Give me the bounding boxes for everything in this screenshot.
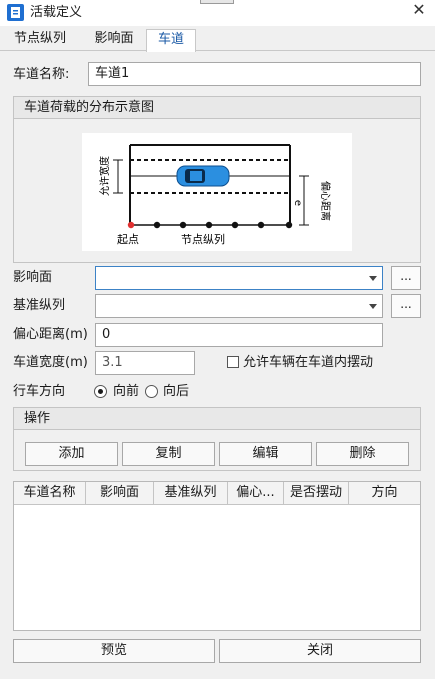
backward-radio[interactable] [145,385,158,398]
node [257,221,265,229]
car-icon [176,165,230,187]
node [231,221,239,229]
delete-button[interactable]: 删除 [316,442,409,466]
column-header-eccentric[interactable]: 偏心... [228,482,284,504]
chevron-down-icon [369,276,377,281]
diagram-group-title: 车道荷载的分布示意图 [14,97,420,119]
swing-checkbox[interactable] [227,356,239,368]
copy-button[interactable]: 复制 [122,442,215,466]
eccentric-text: 偏心距离 [319,181,332,221]
node [285,221,293,229]
tab-influence-surface[interactable]: 影响面 [84,29,144,51]
backward-label: 向后 [163,384,190,399]
forward-radio[interactable] [94,385,107,398]
lane-table[interactable]: 车道名称 影响面 基准纵列 偏心... 是否摆动 方向 [13,481,421,631]
tab-lane[interactable]: 车道 [146,29,196,52]
operations-title: 操作 [14,408,420,430]
lane-table-header: 车道名称 影响面 基准纵列 偏心... 是否摆动 方向 [14,482,420,505]
nodes-text: 节点纵列 [181,232,225,246]
column-select[interactable] [95,294,383,318]
close-icon[interactable]: ✕ [404,0,434,22]
influence-select[interactable] [95,266,383,290]
node [179,221,187,229]
eccentric-input[interactable]: 0 [95,323,383,347]
column-header-swing[interactable]: 是否摆动 [284,482,349,504]
eccentric-label: 偏心距离(m) [13,327,88,342]
title-grip[interactable] [200,0,234,4]
preview-button[interactable]: 预览 [13,639,215,663]
lane-distribution-diagram: 允许宽度 e 偏心距离 起点 节点纵列 [82,133,352,251]
column-label: 基准纵列 [13,298,66,313]
width-label: 车道宽度(m) [13,355,88,370]
edit-button[interactable]: 编辑 [219,442,312,466]
start-text: 起点 [117,233,139,246]
direction-label: 行车方向 [13,384,66,399]
column-header-lane-name[interactable]: 车道名称 [14,482,86,504]
close-button[interactable]: 关闭 [219,639,421,663]
window-title: 活载定义 [30,5,83,20]
lane-name-label: 车道名称: [13,67,70,82]
column-header-direction[interactable]: 方向 [349,482,420,504]
forward-label: 向前 [113,384,140,399]
chevron-down-icon [369,304,377,309]
column-header-influence[interactable]: 影响面 [86,482,154,504]
node [205,221,213,229]
start-node [127,221,135,229]
column-browse-button[interactable]: ... [391,294,421,318]
influence-browse-button[interactable]: ... [391,266,421,290]
app-icon [7,4,24,21]
swing-label: 允许车辆在车道内摆动 [243,355,374,370]
tab-node-columns[interactable]: 节点纵列 [4,29,76,51]
lane-name-input[interactable]: 车道1 [88,62,421,86]
allow-width-text: 允许宽度 [98,156,111,196]
e-symbol: e [292,200,303,206]
width-input[interactable]: 3.1 [95,351,195,375]
add-button[interactable]: 添加 [25,442,118,466]
influence-label: 影响面 [13,270,53,285]
node [153,221,161,229]
column-header-base-column[interactable]: 基准纵列 [154,482,228,504]
